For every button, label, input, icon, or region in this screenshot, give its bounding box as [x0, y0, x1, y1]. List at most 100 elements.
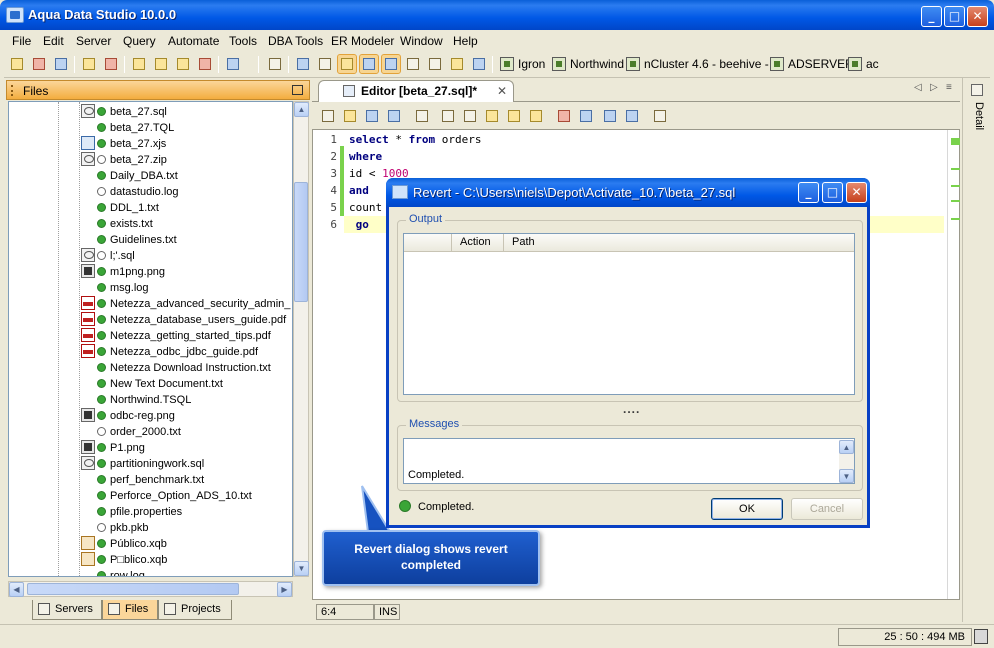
- tab-next-icon[interactable]: ▷: [930, 82, 938, 93]
- tab-projects[interactable]: Projects: [158, 600, 232, 620]
- chart-icon[interactable]: [448, 55, 466, 73]
- file-item[interactable]: m1png.png: [81, 264, 165, 280]
- cancel-button[interactable]: Cancel: [791, 498, 863, 520]
- scroll-down-icon[interactable]: ▼: [839, 469, 854, 483]
- layout-grid-icon[interactable]: [294, 55, 312, 73]
- file-item[interactable]: pfile.properties: [81, 504, 182, 520]
- scroll-right-icon[interactable]: ▶: [277, 582, 292, 597]
- menu-help[interactable]: Help: [453, 34, 478, 48]
- file-item[interactable]: partitioningwork.sql: [81, 456, 204, 472]
- new-server-icon[interactable]: [30, 55, 48, 73]
- file-item[interactable]: pkb.pkb: [81, 520, 149, 536]
- file-item[interactable]: Northwind.TSQL: [81, 392, 191, 408]
- server-ac[interactable]: ac: [848, 56, 879, 73]
- connect-icon[interactable]: [80, 55, 98, 73]
- redo-icon[interactable]: [528, 108, 544, 124]
- undo-icon[interactable]: [506, 108, 522, 124]
- file-item[interactable]: DDL_1.txt: [81, 200, 159, 216]
- save-as-icon[interactable]: [386, 108, 402, 124]
- garbage-collect-icon[interactable]: [974, 629, 988, 644]
- file-item[interactable]: P1.png: [81, 440, 145, 456]
- file-item[interactable]: Perforce_Option_ADS_10.txt: [81, 488, 252, 504]
- layout-detail-icon[interactable]: [426, 55, 444, 73]
- layout-files-icon[interactable]: [381, 54, 401, 74]
- file-item[interactable]: perf_benchmark.txt: [81, 472, 204, 488]
- tab-files[interactable]: Files: [102, 600, 158, 620]
- file-item[interactable]: Netezza Download Instruction.txt: [81, 360, 271, 376]
- menu-edit[interactable]: Edit: [43, 34, 64, 48]
- column-header-status[interactable]: [404, 234, 452, 252]
- query-window-icon[interactable]: [130, 55, 148, 73]
- print-icon[interactable]: [414, 108, 430, 124]
- file-item[interactable]: New Text Document.txt: [81, 376, 223, 392]
- execute-current-icon[interactable]: [578, 108, 594, 124]
- tab-prev-icon[interactable]: ◁: [914, 82, 922, 93]
- scroll-up-icon[interactable]: ▲: [839, 440, 854, 454]
- format-icon[interactable]: [602, 108, 618, 124]
- messages-area[interactable]: Completed. ▲ ▼: [403, 438, 855, 484]
- scroll-down-icon[interactable]: ▼: [294, 561, 309, 576]
- dialog-title-bar[interactable]: Revert - C:\Users\niels\Depot\Activate_1…: [386, 178, 870, 207]
- close-button[interactable]: ✕: [967, 6, 988, 27]
- minimize-button[interactable]: _: [921, 6, 942, 27]
- overview-ruler[interactable]: [947, 130, 960, 599]
- query-builder-icon[interactable]: [152, 55, 170, 73]
- tab-list-icon[interactable]: ≡: [946, 82, 952, 93]
- file-item[interactable]: row.log: [81, 568, 145, 576]
- table-view-icon[interactable]: [470, 55, 488, 73]
- code-line[interactable]: and: [349, 184, 369, 197]
- code-line[interactable]: where: [349, 150, 382, 163]
- schedule-icon[interactable]: [224, 55, 242, 73]
- file-item[interactable]: beta_27.xjs: [81, 136, 166, 152]
- menu-automate[interactable]: Automate: [168, 34, 219, 48]
- layout-table-icon[interactable]: [359, 54, 379, 74]
- menu-tools[interactable]: Tools: [229, 34, 257, 48]
- menu-dba-tools[interactable]: DBA Tools: [268, 34, 323, 48]
- tab-servers[interactable]: Servers: [32, 600, 102, 620]
- detail-tab[interactable]: Detail: [973, 102, 985, 130]
- menu-server[interactable]: Server: [76, 34, 111, 48]
- close-tab-icon[interactable]: ✕: [497, 84, 507, 98]
- code-line[interactable]: select * from orders: [349, 133, 481, 146]
- file-item[interactable]: beta_27.zip: [81, 152, 167, 168]
- dialog-maximize-button[interactable]: □: [822, 182, 843, 203]
- output-table[interactable]: Action Path: [403, 233, 855, 395]
- menu-file[interactable]: File: [12, 34, 31, 48]
- ruler-mark[interactable]: [951, 218, 960, 220]
- code-line[interactable]: count: [349, 201, 382, 214]
- file-item[interactable]: Netezza_advanced_security_admin_: [81, 296, 290, 312]
- messages-scrollbar[interactable]: ▲ ▼: [839, 440, 854, 483]
- paste-icon[interactable]: [484, 108, 500, 124]
- dialog-close-button[interactable]: ✕: [846, 182, 867, 203]
- layout-list-icon[interactable]: [404, 55, 422, 73]
- pane-splitter[interactable]: ....: [623, 402, 640, 416]
- file-item[interactable]: Netezza_odbc_jdbc_guide.pdf: [81, 344, 258, 360]
- query-analyzer-icon[interactable]: [174, 55, 192, 73]
- file-item[interactable]: beta_27.TQL: [81, 120, 174, 136]
- new-icon[interactable]: [8, 55, 26, 73]
- server-adserver[interactable]: ADSERVER: [770, 56, 854, 73]
- file-item[interactable]: Netezza_database_users_guide.pdf: [81, 312, 286, 328]
- print-icon[interactable]: [266, 55, 284, 73]
- format-selection-icon[interactable]: [624, 108, 640, 124]
- panel-grip-icon[interactable]: [11, 85, 13, 96]
- file-item[interactable]: l;'.sql: [81, 248, 135, 264]
- file-item[interactable]: msg.log: [81, 280, 149, 296]
- ruler-mark[interactable]: [951, 185, 960, 187]
- cut-icon[interactable]: [440, 108, 456, 124]
- maximize-button[interactable]: □: [944, 6, 965, 27]
- file-item[interactable]: Netezza_getting_started_tips.pdf: [81, 328, 271, 344]
- compare-icon[interactable]: [196, 55, 214, 73]
- file-item[interactable]: exists.txt: [81, 216, 153, 232]
- window-title-bar[interactable]: Aqua Data Studio 10.0.0 _ □ ✕: [0, 0, 994, 30]
- new-query-icon[interactable]: [320, 108, 336, 124]
- file-item[interactable]: P□blico.xqb: [81, 552, 167, 568]
- menu-er-modeler[interactable]: ER Modeler: [331, 34, 394, 48]
- file-item[interactable]: datastudio.log: [81, 184, 179, 200]
- file-item[interactable]: odbc-reg.png: [81, 408, 175, 424]
- file-item[interactable]: Guidelines.txt: [81, 232, 177, 248]
- scroll-thumb[interactable]: [27, 583, 239, 595]
- files-horizontal-scrollbar[interactable]: ◀ ▶: [8, 581, 293, 597]
- register-icon[interactable]: [52, 55, 70, 73]
- code-line[interactable]: go: [349, 218, 369, 231]
